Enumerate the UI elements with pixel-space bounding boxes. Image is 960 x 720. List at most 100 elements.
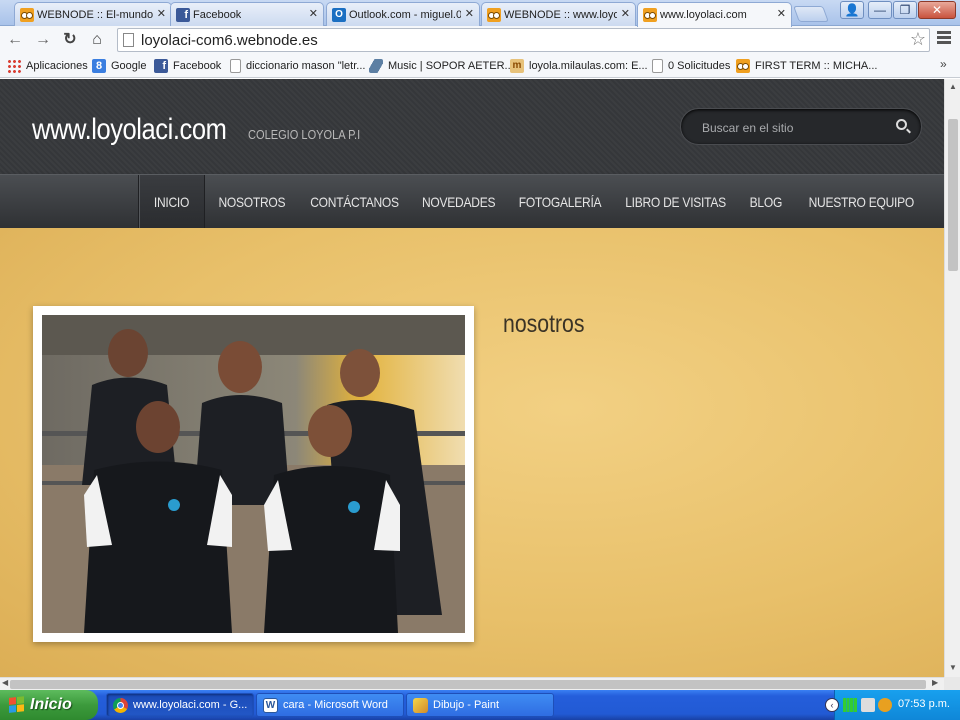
bookmark-label: 0 Solicitudes	[668, 60, 731, 72]
browser-toolbar: ← → ↻ ⌂ loyolaci-com6.webnode.es ☆	[0, 26, 960, 54]
nav-item-contactanos[interactable]: CONTÁCTANOS	[302, 175, 406, 229]
bookmark-milaulas[interactable]: m loyola.milaulas.com: E...	[510, 58, 648, 74]
address-bar[interactable]: loyolaci-com6.webnode.es ☆	[117, 28, 930, 52]
scroll-right-arrow-icon[interactable]: ▶	[932, 678, 938, 687]
close-tab-icon[interactable]: ✕	[309, 7, 318, 20]
section-heading: nosotros	[503, 310, 585, 338]
forward-arrow-icon[interactable]: →	[33, 30, 53, 50]
new-tab-button[interactable]	[793, 6, 829, 22]
apps-icon	[7, 59, 21, 73]
close-tab-icon[interactable]: ✕	[621, 7, 630, 20]
bookmark-label: Music | SOPOR AETER...	[388, 60, 514, 72]
webnode-icon	[487, 8, 501, 22]
system-tray: ‹ 07:53 p.m.	[825, 690, 960, 720]
bookmark-facebook[interactable]: f Facebook	[154, 58, 221, 74]
windows-logo-icon	[9, 696, 25, 714]
taskbar-item-label: cara - Microsoft Word	[283, 699, 388, 711]
url-text[interactable]: loyolaci-com6.webnode.es	[141, 32, 318, 49]
site-title[interactable]: www.loyolaci.com	[32, 113, 227, 147]
chrome-icon	[113, 698, 128, 713]
restore-button[interactable]: ❐	[893, 1, 917, 19]
home-icon[interactable]: ⌂	[87, 30, 107, 50]
tab-title: Outlook.com - miguel.0	[349, 8, 461, 21]
taskbar-item-chrome[interactable]: www.loyolaci.com - G...	[106, 693, 254, 717]
start-label: Inicio	[30, 696, 72, 713]
browser-tab[interactable]: WEBNODE :: El-mundo- ✕	[14, 2, 172, 26]
bookmark-label: Facebook	[173, 60, 222, 72]
browser-tab[interactable]: O Outlook.com - miguel.0 ✕	[326, 2, 480, 26]
menu-icon[interactable]	[937, 31, 951, 45]
nav-item-nuestro-equipo[interactable]: NUESTRO EQUIPO	[800, 175, 920, 229]
search-icon[interactable]	[896, 119, 907, 130]
nav-item-inicio[interactable]: INICIO	[138, 175, 205, 229]
horizontal-scroll-thumb[interactable]	[10, 680, 926, 689]
nav-item-novedades[interactable]: NOVEDADES	[416, 175, 502, 229]
start-button[interactable]: Inicio	[0, 690, 98, 720]
taskbar-item-paint[interactable]: Dibujo - Paint	[406, 693, 554, 717]
milaulas-icon: m	[510, 59, 524, 73]
bookmark-label: Aplicaciones	[26, 60, 88, 72]
bookmark-label: Google	[111, 60, 147, 72]
user-icon[interactable]: 👤	[840, 1, 864, 19]
webnode-icon	[20, 8, 34, 22]
close-tab-icon[interactable]: ✕	[157, 7, 166, 20]
page-icon	[652, 59, 663, 73]
photo-frame	[33, 306, 474, 642]
bookmarks-overflow-button[interactable]: »	[940, 57, 947, 71]
taskbar-item-label: Dibujo - Paint	[433, 699, 500, 711]
bookmark-google[interactable]: 8 Google	[92, 58, 146, 74]
google-icon: 8	[92, 59, 106, 73]
scrollbar-corner	[944, 677, 960, 690]
bookmark-music[interactable]: Music | SOPOR AETER...	[369, 58, 514, 74]
volume-icon[interactable]	[861, 698, 875, 712]
bookmark-label: FIRST TERM :: MICHA...	[755, 60, 878, 72]
site-search[interactable]: Buscar en el sitio	[680, 108, 922, 145]
bookmark-apps[interactable]: Aplicaciones	[7, 58, 88, 74]
page-icon	[230, 59, 241, 73]
search-input[interactable]: Buscar en el sitio	[702, 121, 793, 135]
browser-tab[interactable]: f Facebook ✕	[170, 2, 324, 26]
browser-tab-active[interactable]: www.loyolaci.com ✕	[637, 2, 792, 27]
page-content: nosotros	[0, 228, 944, 677]
facebook-icon: f	[176, 8, 190, 22]
site-navigation: INICIO NOSOTROS CONTÁCTANOS NOVEDADES FO…	[0, 174, 944, 229]
page-icon	[123, 33, 134, 47]
page-viewport: www.loyolaci.com COLEGIO LOYOLA P.I Busc…	[0, 79, 944, 677]
windows-taskbar: Inicio www.loyolaci.com - G... W cara - …	[0, 690, 960, 720]
clock[interactable]: 07:53 p.m.	[898, 698, 950, 710]
back-arrow-icon[interactable]: ←	[5, 30, 25, 50]
scroll-left-arrow-icon[interactable]: ◀	[2, 678, 8, 687]
nav-item-fotogaleria[interactable]: FOTOGALERÍA	[512, 175, 607, 229]
network-signal-icon[interactable]	[843, 698, 857, 712]
close-tab-icon[interactable]: ✕	[777, 7, 786, 20]
minimize-button[interactable]: —	[868, 1, 892, 19]
bookmarks-bar: Aplicaciones 8 Google f Facebook diccion…	[0, 54, 960, 78]
scroll-down-arrow-icon[interactable]: ▼	[949, 663, 957, 672]
bookmark-solicitudes[interactable]: 0 Solicitudes	[652, 58, 730, 74]
horizontal-scrollbar[interactable]: ◀ ▶	[0, 677, 944, 690]
tab-title: WEBNODE :: El-mundo-	[37, 8, 153, 21]
browser-tab[interactable]: WEBNODE :: www.loyo ✕	[481, 2, 636, 26]
taskbar-item-word[interactable]: W cara - Microsoft Word	[256, 693, 404, 717]
bookmark-first-term[interactable]: FIRST TERM :: MICHA...	[736, 58, 877, 74]
bookmark-diccionario[interactable]: diccionario mason "letr...	[230, 58, 365, 74]
vertical-scrollbar[interactable]: ▲ ▼	[944, 79, 960, 677]
update-icon[interactable]	[878, 698, 892, 712]
scroll-up-arrow-icon[interactable]: ▲	[949, 82, 957, 91]
taskbar-item-label: www.loyolaci.com - G...	[133, 699, 248, 711]
nav-item-blog[interactable]: BLOG	[742, 175, 790, 229]
nav-item-libro-de-visitas[interactable]: LIBRO DE VISITAS	[617, 175, 732, 229]
bookmark-star-icon[interactable]: ☆	[910, 29, 926, 50]
site-header: www.loyolaci.com COLEGIO LOYOLA P.I Busc…	[0, 79, 944, 174]
bookmark-label: loyola.milaulas.com: E...	[529, 60, 648, 72]
vertical-scroll-thumb[interactable]	[948, 119, 958, 271]
tab-title: Facebook	[193, 8, 242, 21]
tab-title: www.loyolaci.com	[660, 9, 747, 21]
tray-expand-icon[interactable]: ‹	[825, 698, 839, 712]
close-window-button[interactable]: ✕	[918, 1, 956, 19]
nav-item-nosotros[interactable]: NOSOTROS	[212, 175, 292, 229]
students-photo	[42, 315, 465, 633]
tab-title: WEBNODE :: www.loyo	[504, 8, 617, 21]
reload-icon[interactable]: ↻	[60, 30, 80, 50]
close-tab-icon[interactable]: ✕	[465, 7, 474, 20]
